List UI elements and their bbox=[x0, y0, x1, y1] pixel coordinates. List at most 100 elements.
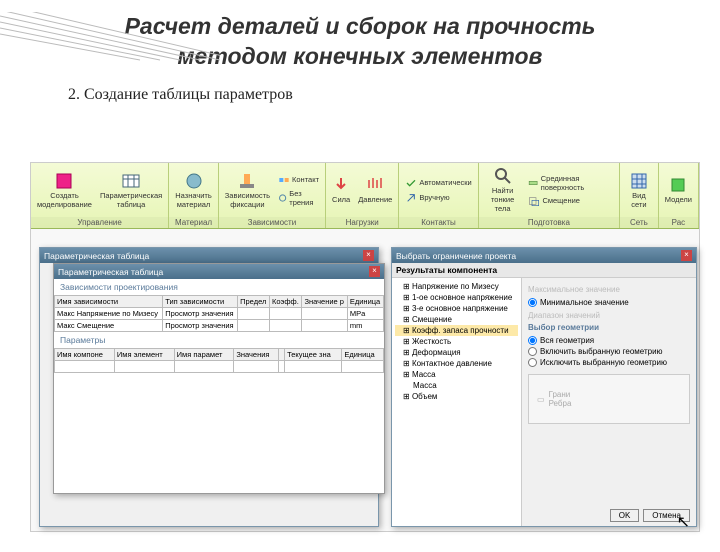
column-header[interactable]: Единица bbox=[342, 349, 384, 361]
column-header[interactable]: Коэфф. bbox=[270, 296, 302, 308]
column-header[interactable]: Текущее зна bbox=[285, 349, 342, 361]
column-header[interactable]: Имя зависимости bbox=[55, 296, 163, 308]
contact-icon bbox=[278, 174, 290, 186]
tree-item[interactable]: ⊞ Контактное давление bbox=[395, 358, 518, 369]
table-cell[interactable] bbox=[114, 361, 174, 373]
close-icon[interactable]: × bbox=[369, 266, 380, 277]
ribbon-find-button[interactable]: Найти тонкие тела bbox=[483, 166, 523, 214]
ok-button[interactable]: OK bbox=[610, 509, 640, 522]
table-cell[interactable] bbox=[174, 361, 234, 373]
table-cell[interactable]: Просмотр значения bbox=[163, 308, 238, 320]
ribbon-label: Сила bbox=[332, 195, 350, 204]
table-cell[interactable] bbox=[285, 361, 342, 373]
ribbon-mid-button[interactable]: Срединная поверхность bbox=[526, 173, 615, 193]
column-header[interactable]: Тип зависимости bbox=[163, 296, 238, 308]
tree-item[interactable]: ⊞ 1-ое основное напряжение bbox=[395, 292, 518, 303]
tree-item-label: 3-е основное напряжение bbox=[412, 304, 508, 313]
tree-item[interactable]: ⊞ Коэфф. запаса прочности bbox=[395, 325, 518, 336]
panel-title: Выбрать ограничение проекта bbox=[396, 251, 516, 261]
tree-item-label: Жесткость bbox=[412, 337, 451, 346]
ribbon-auto-button[interactable]: Автоматически bbox=[403, 176, 473, 190]
table-row[interactable]: Макс СмещениеПросмотр значения mm bbox=[55, 320, 384, 332]
ribbon-material-button[interactable]: Назначить материал bbox=[173, 171, 214, 210]
table-cell[interactable] bbox=[238, 320, 270, 332]
ribbon-offset-button[interactable]: Смещение bbox=[526, 194, 615, 208]
table-cell[interactable] bbox=[302, 308, 347, 320]
manual-icon bbox=[405, 192, 417, 204]
table-row[interactable]: Макс Напряжение по МизесуПросмотр значен… bbox=[55, 308, 384, 320]
mid-icon bbox=[528, 177, 538, 189]
table-cell[interactable]: Макс Напряжение по Мизесу bbox=[55, 308, 163, 320]
table-cell[interactable]: Макс Смещение bbox=[55, 320, 163, 332]
application-window: Создать моделированиеПараметрическая таб… bbox=[30, 162, 700, 532]
table-row[interactable] bbox=[55, 361, 384, 373]
table-cell[interactable]: Просмотр значения bbox=[163, 320, 238, 332]
ribbon-label: Назначить материал bbox=[175, 191, 212, 209]
table-cell[interactable] bbox=[270, 308, 302, 320]
table-cell[interactable] bbox=[55, 361, 115, 373]
title-line2: методом конечных элементов bbox=[178, 43, 543, 69]
table-cell[interactable]: mm bbox=[347, 320, 383, 332]
close-icon[interactable]: × bbox=[681, 250, 692, 261]
ribbon-group-label: Сеть bbox=[620, 217, 658, 228]
ribbon-friction-button[interactable]: Без трения bbox=[276, 188, 321, 208]
column-header[interactable]: Имя парамет bbox=[174, 349, 234, 361]
radio-include-geometry[interactable]: Включить выбранную геометрию bbox=[528, 346, 690, 357]
column-header[interactable]: Имя компоне bbox=[55, 349, 115, 361]
ribbon-label: Смещение bbox=[542, 196, 580, 205]
ribbon-mesh-button[interactable]: Вид сети bbox=[624, 171, 654, 210]
tree-item[interactable]: Масса bbox=[395, 380, 518, 391]
parameters-table[interactable]: Имя компонеИмя элементИмя параметЗначени… bbox=[54, 348, 384, 373]
run-icon bbox=[669, 176, 687, 194]
ribbon-label: Контакт bbox=[292, 175, 319, 184]
table-cell[interactable] bbox=[302, 320, 347, 332]
panel-header: Параметрическая таблица × bbox=[54, 264, 384, 279]
column-header[interactable]: Предел bbox=[238, 296, 270, 308]
tree-item-label: Смещение bbox=[412, 315, 452, 324]
offset-icon bbox=[528, 195, 540, 207]
ribbon-pressure-button[interactable]: Давление bbox=[356, 175, 394, 205]
radio-all-geometry[interactable]: Вся геометрия bbox=[528, 335, 690, 346]
tree-item[interactable]: ⊞ 3-е основное напряжение bbox=[395, 303, 518, 314]
constraint-form: Максимальное значение Минимальное значен… bbox=[522, 278, 696, 526]
ribbon-contact-button[interactable]: Контакт bbox=[276, 173, 321, 187]
radio-min-value[interactable]: Минимальное значение bbox=[528, 297, 690, 308]
tree-item[interactable]: ⊞ Жесткость bbox=[395, 336, 518, 347]
tree-item[interactable]: ⊞ Масса bbox=[395, 369, 518, 380]
panel-title: Параметрическая таблица bbox=[44, 251, 149, 261]
radio-exclude-geometry[interactable]: Исключить выбранную геометрию bbox=[528, 357, 690, 368]
ribbon-label: Модели bbox=[665, 195, 692, 204]
tree-item[interactable]: ⊞ Смещение bbox=[395, 314, 518, 325]
friction-icon bbox=[278, 192, 287, 204]
results-tree: ⊞ Напряжение по Мизесу⊞ 1-ое основное на… bbox=[392, 278, 522, 526]
tree-item[interactable]: ⊞ Напряжение по Мизесу bbox=[395, 281, 518, 292]
ribbon-run-button[interactable]: Модели bbox=[663, 175, 694, 205]
table-cell[interactable] bbox=[342, 361, 384, 373]
section-label-dependencies: Зависимости проектирования bbox=[54, 279, 384, 295]
ribbon-cube-button[interactable]: Создать моделирование bbox=[35, 171, 94, 210]
column-header[interactable]: Значение р bbox=[302, 296, 347, 308]
tree-item[interactable]: ⊞ Объем bbox=[395, 391, 518, 402]
disabled-label: Грани Ребра bbox=[549, 390, 572, 408]
faces-edges-icon: ▭ bbox=[537, 395, 545, 404]
tree-item[interactable]: ⊞ Деформация bbox=[395, 347, 518, 358]
table-cell[interactable] bbox=[238, 308, 270, 320]
table-cell[interactable]: MPa bbox=[347, 308, 383, 320]
group-range: Диапазон значений bbox=[528, 311, 690, 320]
ribbon-group-label: Контакты bbox=[399, 217, 477, 228]
decorative-lines bbox=[0, 12, 220, 62]
ribbon-label: Зависимость фиксации bbox=[225, 191, 270, 209]
column-header[interactable]: Значения bbox=[234, 349, 279, 361]
ribbon-manual-button[interactable]: Вручную bbox=[403, 191, 473, 205]
ribbon-table-button[interactable]: Параметрическая таблица bbox=[98, 171, 164, 210]
table-cell[interactable] bbox=[234, 361, 279, 373]
ribbon-fix-button[interactable]: Зависимость фиксации bbox=[223, 171, 272, 210]
radio-label: Минимальное значение bbox=[540, 298, 629, 307]
column-header[interactable]: Единица bbox=[347, 296, 383, 308]
close-icon[interactable]: × bbox=[363, 250, 374, 261]
ribbon-group-label: Рас bbox=[659, 217, 698, 228]
table-cell[interactable] bbox=[270, 320, 302, 332]
column-header[interactable]: Имя элемент bbox=[114, 349, 174, 361]
ribbon-force-button[interactable]: Сила bbox=[330, 175, 352, 205]
dependencies-table[interactable]: Имя зависимостиТип зависимостиПределКоэф… bbox=[54, 295, 384, 332]
